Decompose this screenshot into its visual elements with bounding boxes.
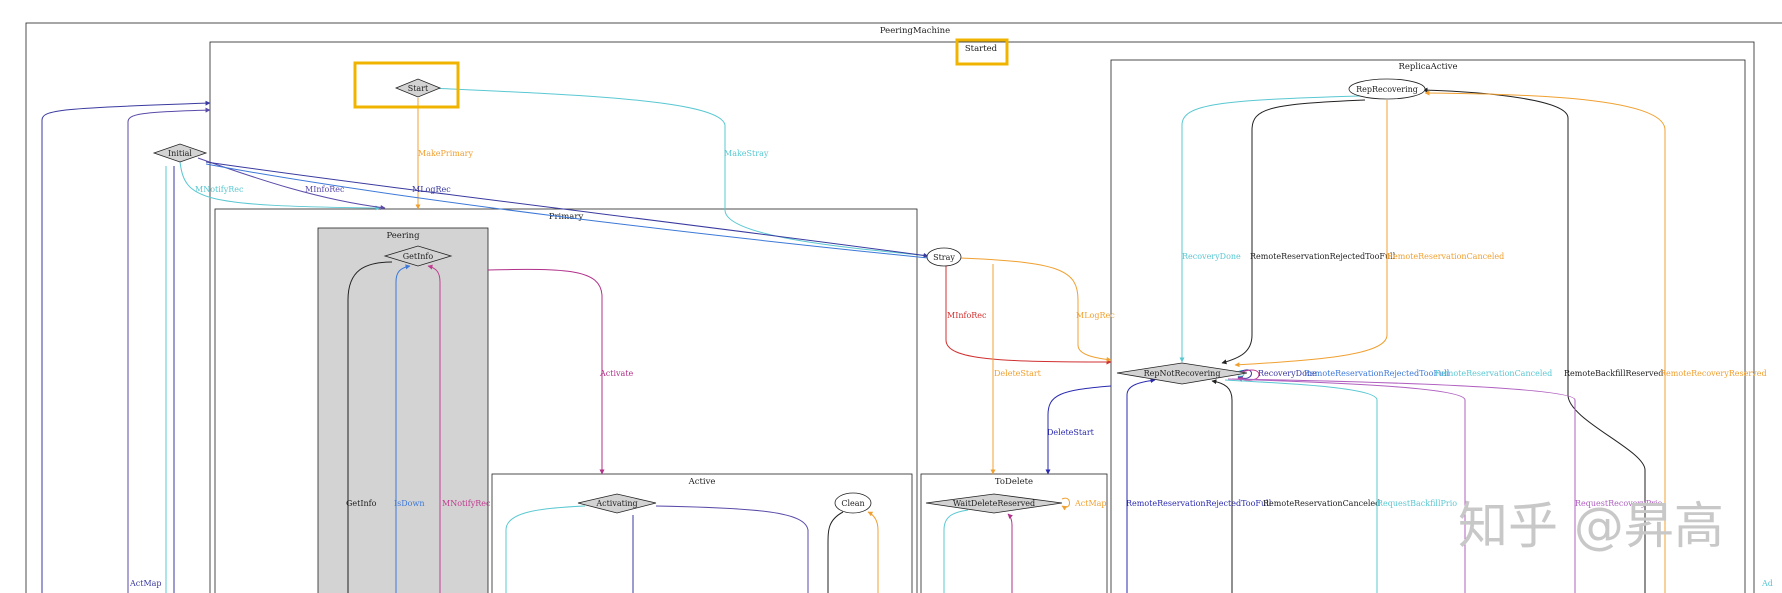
node-rep-not-recovering[interactable]: RepNotRecovering [1116,362,1248,385]
edge-rep-delete-start: DeleteStart [1045,385,1112,475]
node-start[interactable]: Start [353,61,460,109]
edge-label-initial-mnotify: MNotifyRec [195,185,244,194]
edge-label-recovery-done: RecoveryDone [1182,252,1241,261]
cluster-replica-active-title: ReplicaActive [1398,62,1457,72]
edge-label-rr-rejected-top: RemoteReservationRejectedTooFull [1250,252,1396,261]
edge-request-backfill-prio: RequestBackfillPrio [1224,379,1457,593]
edge-act-map-left: ActMap [41,100,211,593]
edge-to-delete-internal [943,509,1013,593]
edge-label-self-loop-3: RemoteReservationCanceled [1435,369,1552,378]
edge-label-self-loop-2: RemoteReservationRejectedTooFull [1304,369,1450,378]
node-initial[interactable]: Initial [152,143,208,163]
edge-label-peering-mnotify: MNotifyRec [442,499,491,508]
node-wait-delete-reserved-label: WaitDeleteReserved [953,499,1035,508]
node-stray-label: Stray [933,253,955,262]
edge-label-stray-minfo: MInfoRec [947,311,987,320]
cluster-active: Active [491,473,913,593]
edge-active-internal [505,505,879,593]
edge-label-stray-mlog: MLogRec [1076,311,1115,320]
node-rep-recovering-label: RepRecovering [1356,85,1418,94]
edge-label-act-map-left: ActMap [129,579,162,588]
edge-self-loops: RecoveryDone RemoteReservationRejectedTo… [1237,369,1552,382]
node-wait-delete-reserved[interactable]: WaitDeleteReserved [925,493,1063,514]
edge-label-remote-recovery-reserved: RemoteRecoveryReserved [1660,369,1767,378]
node-rep-recovering[interactable]: RepRecovering [1348,78,1426,100]
node-activating[interactable]: Activating [577,493,657,514]
state-diagram: PeeringMachine Started ReplicaActive Pri… [25,22,1782,593]
node-start-label: Start [408,84,429,93]
node-clean[interactable]: Clean [834,492,872,514]
edge-label-is-down: IsDown [394,499,425,508]
node-clean-label: Clean [841,499,864,508]
edge-rr-canceled-bottom: RemoteReservationCanceled [1211,379,1380,593]
cluster-to-delete: ToDelete [920,473,1108,593]
edge-stray-delete-start: DeleteStart [990,264,1042,475]
edge-label-remote-backfill-reserved: RemoteBackfillReserved [1564,369,1663,378]
cluster-to-delete-title: ToDelete [995,477,1033,487]
edge-recovery-done: RecoveryDone [1179,95,1361,363]
edge-rr-rejected-bottom: RemoteReservationRejectedTooFull [1126,378,1272,593]
cluster-peering-machine-title: PeeringMachine [880,26,950,36]
edge-activate: Activate [487,268,634,475]
edge-label-rep-delete-start: DeleteStart [1047,428,1095,437]
edge-label-rr-canceled-top: RemoteReservationCanceled [1387,252,1504,261]
edge-label-make-primary: MakePrimary [418,149,473,158]
cluster-peering-title: Peering [386,231,420,241]
edge-label-ad-right: Ad [1761,579,1773,588]
cluster-started-title: Started [965,44,998,54]
edge-label-rr-rejected-bottom: RemoteReservationRejectedTooFull [1126,499,1272,508]
edge-label-act-map-wait: ActMap [1074,499,1107,508]
node-stray[interactable]: Stray [926,247,962,267]
node-rep-not-recovering-label: RepNotRecovering [1144,369,1221,378]
edge-act-map-wait: ActMap [1061,497,1107,511]
edge-rr-canceled-top: RemoteReservationCanceled [1234,100,1504,368]
edge-label-initial-mlog: MLogRec [412,185,451,194]
node-initial-label: Initial [168,149,192,158]
node-activating-label: Activating [595,499,637,508]
edge-rr-rejected-top: RemoteReservationRejectedTooFull [1221,99,1396,365]
edge-label-rr-canceled-bottom: RemoteReservationCanceled [1263,499,1380,508]
node-get-info-label: GetInfo [403,252,434,261]
edge-label-request-backfill-prio: RequestBackfillPrio [1377,499,1457,508]
edge-label-stray-delete-start: DeleteStart [994,369,1042,378]
watermark: 知乎 @昇高 [1458,497,1724,555]
edge-request-recovery-prio: RequestRecoveryPrio [1227,378,1663,593]
edge-stray-mlog: MLogRec [959,257,1115,362]
edge-label-activate: Activate [599,369,634,378]
edge-label-get-info-loop: GetInfo [346,499,377,508]
cluster-active-title: Active [688,477,716,487]
edge-label-make-stray: MakeStray [724,149,769,158]
cluster-peering: Peering [317,227,489,593]
